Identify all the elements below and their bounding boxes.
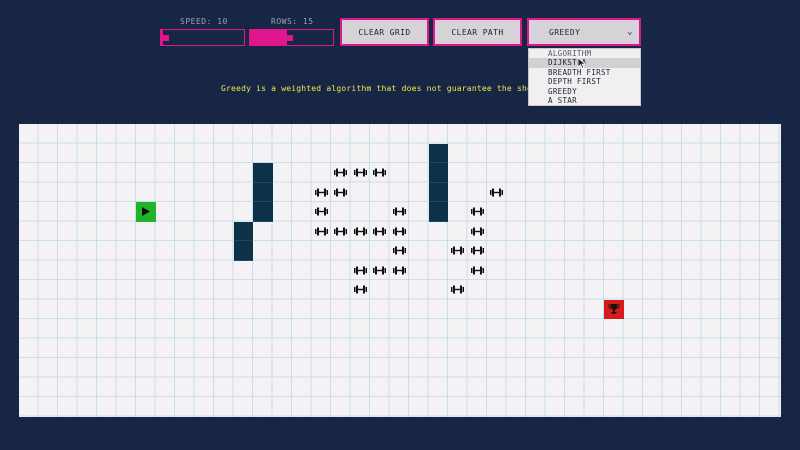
dumbbell-icon[interactable] (448, 280, 468, 300)
play-icon (142, 207, 151, 217)
dumbbell-icon[interactable] (351, 163, 371, 183)
wall-cell[interactable] (253, 182, 273, 202)
target-node[interactable] (604, 299, 624, 319)
dumbbell-icon[interactable] (468, 241, 488, 261)
dumbbell-icon[interactable] (468, 202, 488, 222)
wall-cell[interactable] (253, 163, 273, 183)
dumbbell-icon[interactable] (390, 222, 410, 242)
dumbbell-icon[interactable] (370, 222, 390, 242)
dumbbell-icon[interactable] (312, 202, 332, 222)
start-node[interactable] (136, 202, 156, 222)
dumbbell-icon[interactable] (331, 222, 351, 242)
speed-slider[interactable] (160, 29, 245, 46)
dumbbell-icon[interactable] (351, 222, 371, 242)
dumbbell-icon[interactable] (312, 222, 332, 242)
dropdown-option-depth-first[interactable]: DEPTH FIRST (529, 77, 640, 86)
rows-slider-thumb[interactable] (287, 35, 293, 41)
algorithm-select-value: GREEDY (549, 27, 581, 37)
speed-label: SPEED: 10 (180, 17, 228, 26)
dumbbell-icon[interactable] (487, 183, 507, 203)
dumbbell-icon[interactable] (370, 261, 390, 281)
dropdown-option-a-star[interactable]: A STAR (529, 96, 640, 105)
dumbbell-icon[interactable] (312, 183, 332, 203)
wall-cell[interactable] (428, 163, 448, 183)
mouse-cursor-icon (577, 57, 587, 69)
rows-slider-fill (250, 30, 287, 45)
wall-cell[interactable] (253, 202, 273, 222)
clear-grid-button[interactable]: CLEAR GRID (340, 18, 429, 46)
dumbbell-icon[interactable] (468, 222, 488, 242)
wall-cell[interactable] (428, 202, 448, 222)
dumbbell-icon[interactable] (390, 202, 410, 222)
dumbbell-icon[interactable] (448, 241, 468, 261)
dumbbell-icon[interactable] (351, 280, 371, 300)
rows-slider[interactable] (249, 29, 334, 46)
dumbbell-icon[interactable] (331, 163, 351, 183)
wall-cell[interactable] (233, 221, 253, 241)
dumbbell-icon[interactable] (390, 241, 410, 261)
algorithm-select[interactable]: GREEDY ⌄ (527, 18, 641, 46)
chevron-down-icon: ⌄ (627, 27, 633, 37)
rows-label: ROWS: 15 (271, 17, 314, 26)
wall-cell[interactable] (428, 143, 448, 163)
pathfinding-grid[interactable] (19, 124, 781, 417)
algorithm-description: Greedy is a weighted algorithm that does… (221, 84, 528, 93)
dumbbell-icon[interactable] (390, 261, 410, 281)
dropdown-option-breadth-first[interactable]: BREADTH FIRST (529, 68, 640, 77)
trophy-icon (608, 304, 620, 314)
dropdown-option-greedy[interactable]: GREEDY (529, 87, 640, 96)
dumbbell-icon[interactable] (351, 261, 371, 281)
dumbbell-icon[interactable] (370, 163, 390, 183)
speed-slider-thumb[interactable] (163, 35, 169, 41)
wall-cell[interactable] (428, 182, 448, 202)
clear-path-button[interactable]: CLEAR PATH (433, 18, 522, 46)
dumbbell-icon[interactable] (331, 183, 351, 203)
wall-cell[interactable] (233, 241, 253, 261)
dumbbell-icon[interactable] (468, 261, 488, 281)
